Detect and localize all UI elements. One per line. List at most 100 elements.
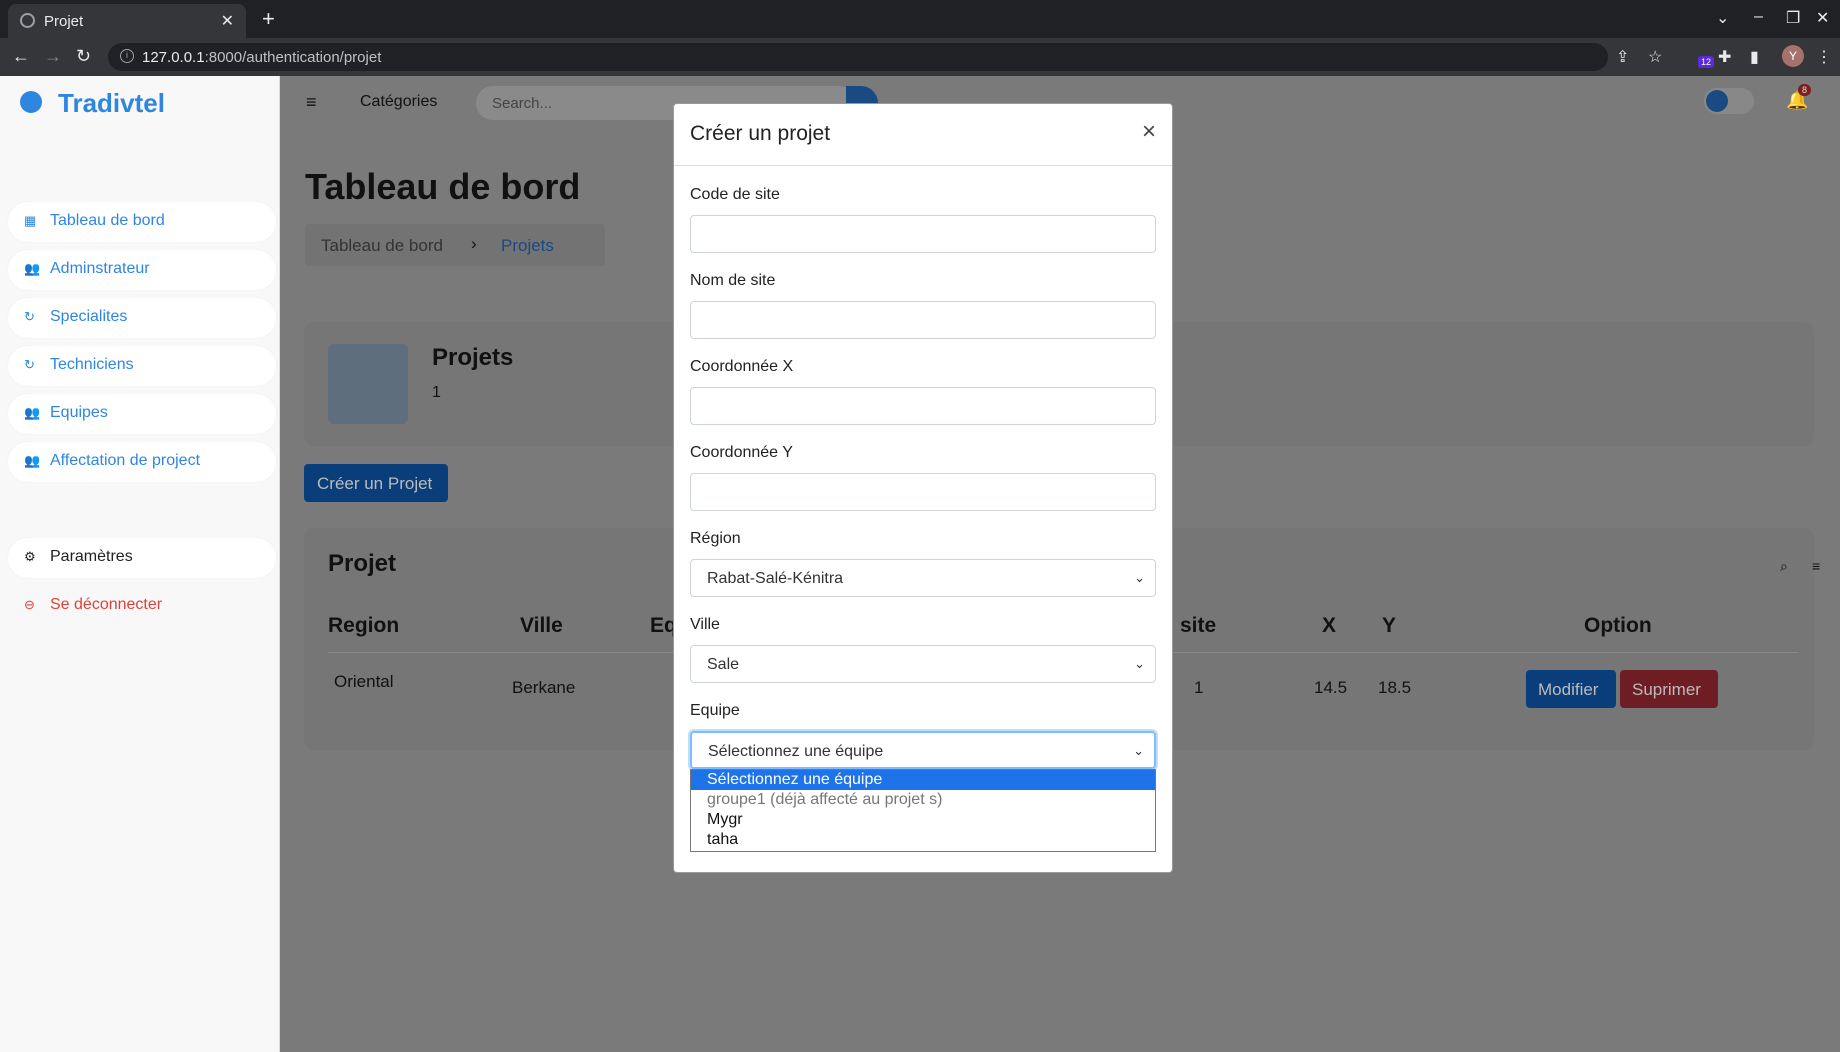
- chevron-down-icon[interactable]: ⌄: [1716, 8, 1729, 28]
- create-project-button[interactable]: Créer un Projet: [304, 464, 448, 502]
- back-icon[interactable]: ←: [12, 46, 30, 67]
- code-site-label: Code de site: [690, 186, 780, 203]
- gear-icon: ⚙: [24, 549, 36, 564]
- sidebar-item-settings[interactable]: ⚙ Paramètres: [8, 538, 276, 578]
- stat-value: 1: [432, 384, 441, 401]
- sidebar-item-label: Se déconnecter: [50, 596, 163, 613]
- create-project-modal: Créer un projet × Code de site Nom de si…: [673, 103, 1173, 873]
- users-icon: [328, 344, 408, 424]
- menu-dots-icon[interactable]: ⋮: [1816, 47, 1832, 67]
- forward-icon[interactable]: →: [44, 46, 62, 67]
- address-bar-row: ← → ↻ i 127.0.0.1:8000/authentication/pr…: [0, 38, 1840, 76]
- close-window-icon[interactable]: ✕: [1816, 8, 1829, 28]
- equipe-label: Equipe: [690, 702, 740, 719]
- sidebar: Tradivtel ▦ Tableau de bord 👥 Adminstrateu…: [0, 76, 280, 1052]
- dropdown-option[interactable]: taha: [691, 830, 1155, 850]
- coord-x-input[interactable]: [690, 387, 1156, 425]
- coord-y-label: Coordonnée Y: [690, 444, 793, 461]
- logout-icon: ⊖: [24, 597, 35, 612]
- close-tab-icon[interactable]: ✕: [221, 11, 234, 31]
- url-field[interactable]: i 127.0.0.1:8000/authentication/projet: [108, 43, 1608, 71]
- hamburger-icon[interactable]: ≡: [306, 92, 317, 113]
- nom-site-input[interactable]: [690, 301, 1156, 339]
- ville-label: Ville: [690, 616, 720, 633]
- stat-title: Projets: [432, 344, 514, 371]
- refresh-icon: ↻: [24, 357, 35, 372]
- globe-icon: [20, 13, 35, 28]
- modal-header: Créer un projet ×: [674, 104, 1172, 166]
- minimize-icon[interactable]: –: [1754, 8, 1763, 26]
- table-cell: Oriental: [334, 672, 394, 691]
- refresh-icon: ↻: [24, 309, 35, 324]
- equipe-select[interactable]: Sélectionnez une équipe ⌄: [690, 731, 1156, 769]
- equipe-dropdown-list: Sélectionnez une équipe groupe1 (déjà af…: [690, 769, 1156, 852]
- sidebar-item-label: Affectation de project: [50, 452, 201, 469]
- search-icon[interactable]: ⌕: [1780, 558, 1788, 575]
- theme-toggle[interactable]: [1704, 88, 1754, 114]
- chevron-down-icon: ⌄: [1134, 570, 1145, 585]
- sidebar-item-techniciens[interactable]: ↻ Techniciens: [8, 346, 276, 386]
- url-path: :8000/authentication/projet: [204, 49, 382, 66]
- column-header: Y: [1382, 614, 1397, 637]
- column-header: Option: [1584, 614, 1652, 637]
- region-selected-value: Rabat-Salé-Kénitra: [707, 570, 844, 587]
- dropdown-option[interactable]: Sélectionnez une équipe: [691, 770, 1155, 790]
- puzzle-icon[interactable]: ✚: [1718, 47, 1731, 67]
- sidebar-item-logout[interactable]: ⊖ Se déconnecter: [8, 586, 276, 626]
- restore-icon[interactable]: ❐: [1786, 8, 1800, 28]
- chevron-down-icon: ⌄: [1134, 656, 1145, 671]
- extension-badge: 12: [1698, 56, 1715, 68]
- coord-y-input[interactable]: [690, 473, 1156, 511]
- table-cell: 1: [1194, 678, 1204, 697]
- page-title: Tableau de bord: [305, 166, 581, 207]
- table-title: Projet: [328, 550, 397, 577]
- url-host: 127.0.0.1: [142, 49, 205, 66]
- filter-icon[interactable]: ≡: [1812, 558, 1820, 574]
- star-icon[interactable]: ☆: [1648, 47, 1662, 67]
- users-icon: 👥: [24, 453, 41, 468]
- avatar[interactable]: Y: [1782, 45, 1804, 67]
- code-site-input[interactable]: [690, 215, 1156, 253]
- modal-title: Créer un projet: [690, 122, 831, 145]
- delete-button[interactable]: Suprimer: [1620, 670, 1718, 708]
- new-tab-icon[interactable]: +: [262, 6, 275, 32]
- categories-link[interactable]: Catégories: [360, 93, 437, 111]
- breadcrumb-item[interactable]: Tableau de bord: [321, 236, 443, 256]
- brand[interactable]: Tradivtel: [20, 88, 165, 119]
- sidebar-item-label: Paramètres: [50, 548, 133, 565]
- brand-name: Tradivtel: [58, 88, 165, 118]
- table-cell: Berkane: [512, 678, 576, 697]
- share-icon[interactable]: ⇪: [1616, 47, 1629, 67]
- region-label: Région: [690, 530, 741, 547]
- sidebar-item-label: Adminstrateur: [50, 260, 150, 277]
- info-icon[interactable]: i: [120, 49, 134, 63]
- coord-x-label: Coordonnée X: [690, 358, 794, 375]
- edit-button[interactable]: Modifier: [1526, 670, 1616, 708]
- sidebar-item-dashboard[interactable]: ▦ Tableau de bord: [8, 202, 276, 242]
- breadcrumb-item: Projets: [501, 236, 554, 255]
- sidebar-item-affectation[interactable]: 👥 Affectation de project: [8, 442, 276, 482]
- sidebar-item-label: Techniciens: [50, 356, 134, 373]
- table-cell: 14.5: [1314, 678, 1348, 697]
- column-header: Ville: [520, 614, 563, 637]
- sidebar-item-specialites[interactable]: ↻ Specialites: [8, 298, 276, 338]
- grid-icon: ▦: [24, 213, 37, 228]
- column-header: Region: [328, 614, 400, 637]
- sidebar-item-admin[interactable]: 👥 Adminstrateur: [8, 250, 276, 290]
- dropdown-option-disabled: groupe1 (déjà affecté au projet s): [707, 791, 943, 808]
- region-select[interactable]: Rabat-Salé-Kénitra ⌄: [690, 559, 1156, 597]
- ville-select[interactable]: Sale ⌄: [690, 645, 1156, 683]
- equipe-selected-value: Sélectionnez une équipe: [708, 743, 884, 760]
- dropdown-option[interactable]: Mygr: [691, 810, 1155, 830]
- sidebar-item-label: Equipes: [50, 404, 108, 421]
- browser-tab[interactable]: Projet ✕: [8, 4, 246, 38]
- close-icon[interactable]: ×: [1142, 118, 1156, 146]
- column-header: X: [1322, 614, 1337, 637]
- sidebar-item-equipes[interactable]: 👥 Equipes: [8, 394, 276, 434]
- reload-icon[interactable]: ↻: [76, 46, 91, 67]
- sidepanel-icon[interactable]: ▮: [1750, 47, 1759, 67]
- notification-badge: 8: [1798, 84, 1812, 96]
- users-icon: 👥: [24, 261, 41, 276]
- ville-selected-value: Sale: [707, 656, 740, 673]
- extension-icon[interactable]: 12: [1692, 48, 1715, 68]
